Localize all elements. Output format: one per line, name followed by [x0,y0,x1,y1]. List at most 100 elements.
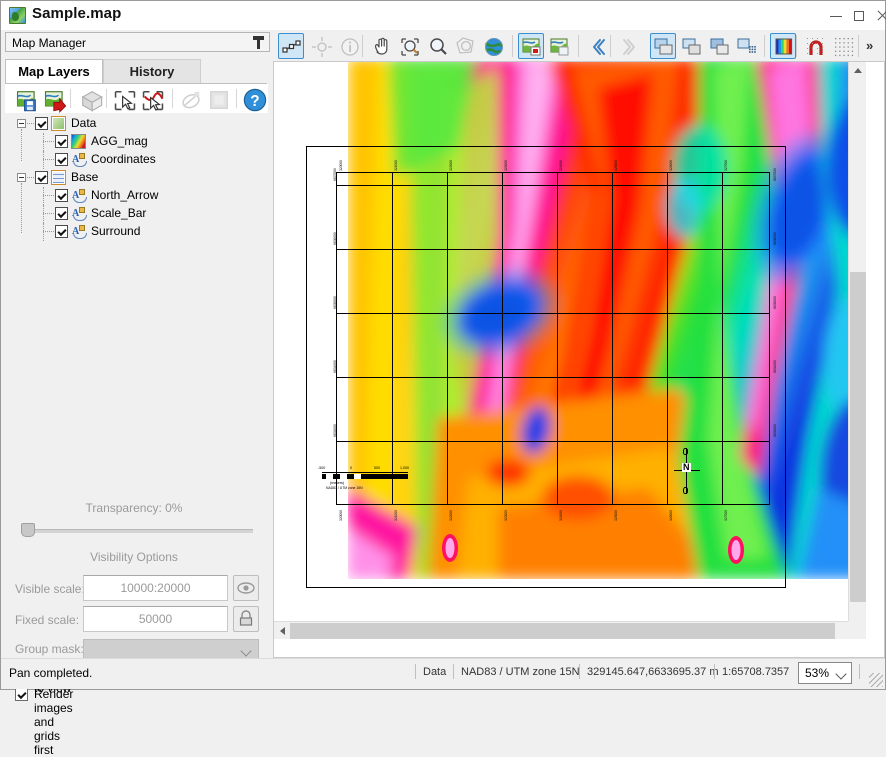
tree-expander[interactable] [17,119,26,128]
tree-row[interactable]: AGG_mag [5,133,267,151]
toolbar-separator [512,35,513,57]
group-mask-label: Group mask: [15,642,84,656]
grid-dots-tool[interactable] [830,33,856,59]
chevron-down-icon [835,668,846,679]
annotation-icon: A [71,188,86,203]
scale-tick-2: 500 [374,466,380,470]
window-cascade[interactable] [650,33,676,59]
horizontal-scroll-thumb[interactable] [290,623,835,639]
back-button[interactable] [584,33,610,59]
grid-label-x-bottom: 326000 [669,510,673,521]
scale-bar-units: (meters) [330,481,344,485]
map-canvas[interactable]: 3200003200003210003210003220003220003230… [274,62,866,639]
map-horizontal-scrollbar[interactable] [274,621,866,639]
zoom-box-tool[interactable] [396,33,422,59]
map-view-area[interactable]: 3200003200003210003210003220003220003230… [273,61,885,658]
grid-label-x-top: 326000 [669,160,673,171]
layer-checkbox[interactable] [35,171,48,184]
tree-row[interactable]: ANorth_Arrow [5,187,267,205]
title-bar: Sample.map [1,1,885,30]
tree-row[interactable]: ASurround [5,223,267,241]
panel-toolbar-separator [70,89,71,108]
select-tool[interactable] [278,33,304,59]
render-first-label: Render images and grids first [34,687,73,757]
layer-tree[interactable]: DataAGG_magACoordinatesBaseANorth_ArrowA… [5,115,267,493]
slider-thumb[interactable] [21,523,35,537]
map-view[interactable] [546,33,572,59]
window-tile-a[interactable] [678,33,704,59]
grid-label-y-left: 6637000 [333,168,337,181]
tree-row[interactable]: Base [5,169,267,187]
scroll-up-icon[interactable] [854,68,862,73]
vertical-scroll-thumb[interactable] [850,272,866,602]
save-map-icon[interactable] [14,87,38,110]
scroll-left-icon[interactable] [280,627,285,635]
layer-checkbox[interactable] [35,117,48,130]
layer-checkbox[interactable] [55,207,68,220]
north-arrow: N [672,448,702,494]
eye-icon[interactable] [233,575,259,601]
tab-map-layers[interactable]: Map Layers [5,59,103,84]
window-arrange[interactable] [734,33,760,59]
lock-icon[interactable] [233,606,259,632]
pin-icon[interactable] [253,36,264,49]
layer-checkbox[interactable] [55,135,68,148]
tree-row[interactable]: A Scale_Bar [5,205,267,223]
layer-label: Base [71,170,98,184]
edit-region-icon[interactable] [140,87,164,110]
grid-label-x-top: 324000 [559,160,563,171]
zoom-in-tool[interactable] [424,33,450,59]
magnet-tool[interactable] [802,33,828,59]
grid-label-x-top: 323000 [504,160,508,171]
select-region-icon[interactable] [112,87,136,110]
coordinate-grid: 3200003200003210003210003220003220003230… [336,172,770,505]
toolbar-separator [858,35,859,57]
window-title: Sample.map [32,5,121,22]
map-manager-panel: Map Layers History ? DataAGG_magACoordin… [1,53,271,658]
tree-row[interactable]: Data [5,115,267,133]
layer-checkbox[interactable] [55,225,68,238]
north-arrow-label: N [682,463,691,472]
info-tool [336,33,362,59]
scale-tick-1: 0 [350,466,352,470]
pan-tool[interactable] [368,33,394,59]
toolbar-overflow-button[interactable]: » [866,38,873,53]
image-layer-icon [71,134,86,149]
window-tile-b[interactable] [706,33,732,59]
status-segment-data: Data [423,666,446,678]
grid-icon [51,170,66,185]
tab-history[interactable]: History [103,59,201,84]
fixed-scale-label: Fixed scale: [15,613,79,627]
add-map-icon[interactable] [42,87,66,110]
fixed-scale-input[interactable]: 50000 [83,606,228,632]
main-toolbar: » [275,31,885,61]
map-globe-icon [9,7,26,24]
grid-label-x-bottom: 324000 [559,510,563,521]
grid-label-x-top: 327000 [724,160,728,171]
tree-expander[interactable] [17,173,26,182]
tree-row[interactable]: ACoordinates [5,151,267,169]
help-icon[interactable]: ? [242,87,266,110]
resize-grip-icon[interactable] [869,673,883,687]
panel-toolbar-separator [236,89,237,108]
tree-connector [27,177,34,179]
layer-checkbox[interactable] [55,153,68,166]
scale-bar-bar [322,474,408,479]
layer-label: Scale_Bar [91,206,146,220]
scale-tick-0: -500 [318,466,325,470]
annotation-icon: A [71,206,86,221]
group-mask-select[interactable] [83,639,259,660]
map-vertical-scrollbar[interactable] [848,62,866,639]
visible-scale-input[interactable]: 10000:20000 [83,575,228,601]
layer-checkbox[interactable] [55,189,68,202]
new-map-view[interactable] [518,33,544,59]
tree-connector [27,123,34,125]
full-extent-tool[interactable] [480,33,506,59]
close-button[interactable] [867,1,886,30]
application-window: Sample.map Map Manager » Map Layers Hist… [0,0,886,690]
blank-icon [206,87,230,110]
color-tool[interactable] [770,33,796,59]
transparency-slider[interactable] [21,523,253,537]
zoom-level-select[interactable]: 53% [798,662,852,684]
north-arrow-tip-bottom [683,487,688,494]
